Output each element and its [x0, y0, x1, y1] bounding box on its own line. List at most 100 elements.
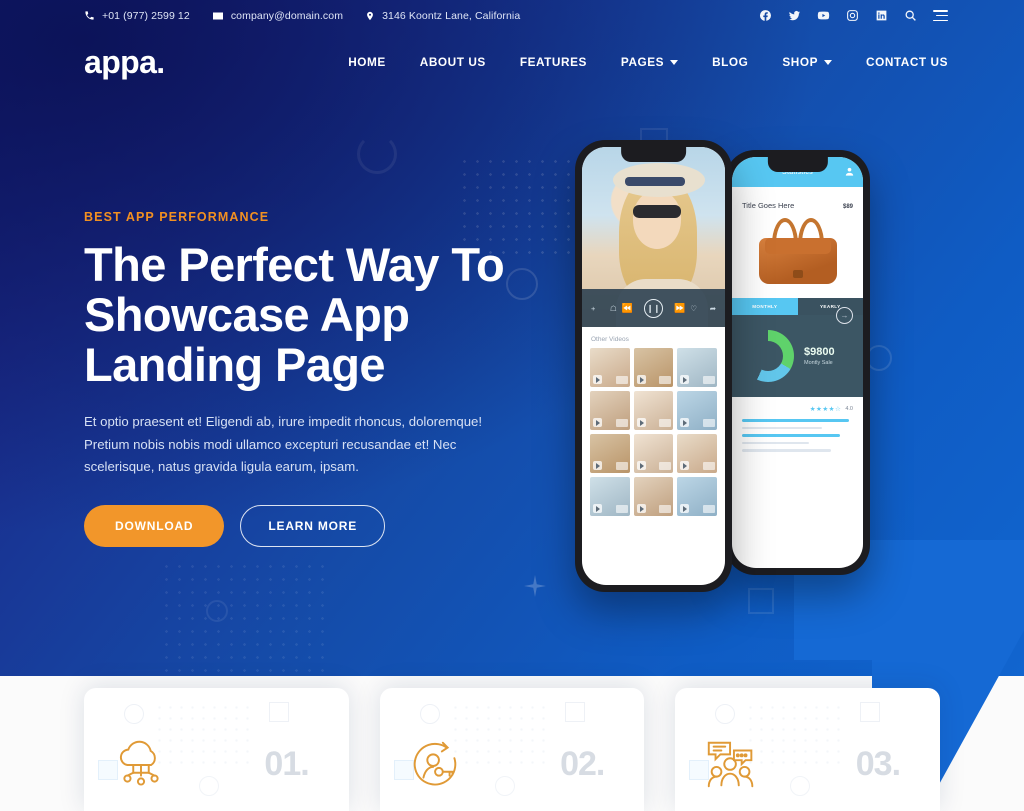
video-thumbnail[interactable]	[677, 477, 717, 516]
top-contact-bar: +01 (977) 2599 12 company@domain.com 314…	[0, 0, 1024, 31]
sales-chart-panel: $9800 Montly Sale	[732, 315, 863, 397]
duration-tag	[703, 419, 715, 427]
duration-tag	[615, 419, 628, 427]
play-icon	[593, 504, 602, 513]
feature-card-1[interactable]: 01.	[84, 688, 349, 811]
nav-item-blog[interactable]: BLOG	[712, 55, 748, 69]
video-thumbnail[interactable]	[677, 391, 717, 430]
phone-contact[interactable]: +01 (977) 2599 12	[84, 10, 190, 22]
hamburger-menu-icon[interactable]	[933, 10, 948, 21]
nav-label: BLOG	[712, 55, 749, 69]
play-icon	[636, 461, 646, 470]
phone-notch	[767, 157, 828, 172]
site-logo[interactable]: appa.	[84, 46, 165, 78]
video-thumbnail[interactable]	[633, 348, 674, 387]
card-number: 03.	[855, 745, 901, 783]
phone-icon	[85, 11, 94, 20]
rating-row: ★★★★☆ 4.0	[732, 397, 863, 413]
product-title-row: Title Goes Here $89	[742, 201, 853, 210]
card-decor-square	[860, 702, 881, 722]
duration-tag	[703, 376, 715, 384]
video-thumbnail[interactable]	[590, 391, 630, 430]
card-number: 02.	[560, 745, 605, 783]
duration-tag	[703, 462, 715, 470]
video-thumbnail[interactable]	[633, 391, 674, 430]
nav-item-shop[interactable]: SHOP	[782, 55, 833, 69]
duration-tag	[659, 419, 672, 427]
feature-cards-row: 01. 02. 03.	[0, 688, 1024, 811]
video-thumbnail[interactable]	[590, 477, 630, 516]
play-icon	[593, 461, 602, 470]
play-icon	[636, 375, 646, 384]
home-icon[interactable]: ☖	[610, 304, 617, 313]
next-product-arrow-icon[interactable]: →	[836, 307, 853, 324]
nav-item-contact-us[interactable]: CONTACT US	[866, 55, 948, 69]
phone-notch	[620, 147, 687, 162]
kpi-label: Montly Sale	[804, 360, 833, 366]
user-profile-icon[interactable]	[844, 166, 855, 177]
hero-button-group: DOWNLOAD LEARN MORE	[84, 504, 514, 547]
contact-info-group: +01 (977) 2599 12 company@domain.com 314…	[84, 10, 520, 22]
video-app-screen: + ☖ ⏪ ❙❙ ⏩ ♡ ➦ Other Videos	[582, 147, 725, 585]
other-videos-label: Other Videos	[591, 336, 629, 343]
feature-card-2[interactable]: 02.	[379, 688, 645, 811]
email-address: company@domain.com	[230, 9, 344, 22]
donut-chart	[742, 330, 794, 382]
play-icon	[636, 504, 646, 513]
product-price: $89	[842, 204, 853, 210]
duration-tag	[615, 462, 628, 470]
nav-label: CONTACT US	[866, 55, 948, 69]
duration-tag	[615, 505, 628, 513]
kpi-value: $9800	[804, 346, 835, 358]
chevron-down-icon	[670, 59, 679, 65]
nav-item-home[interactable]: HOME	[348, 55, 386, 69]
search-icon[interactable]	[904, 9, 917, 22]
nav-label: FEATURES	[519, 55, 587, 69]
video-control-bar: + ☖ ⏪ ❙❙ ⏩ ♡ ➦	[582, 289, 725, 327]
nav-item-about-us[interactable]: ABOUT US	[420, 55, 486, 69]
fast-forward-button[interactable]: ⏩	[674, 303, 685, 314]
rewind-button[interactable]: ⏪	[622, 303, 633, 314]
nav-menu: HOME ABOUT US FEATURES PAGES BLOG SHOP C…	[348, 55, 948, 69]
heart-icon[interactable]: ♡	[690, 304, 697, 313]
rating-value: 4.0	[845, 406, 853, 412]
download-button[interactable]: DOWNLOAD	[84, 504, 225, 547]
product-title: Title Goes Here	[742, 201, 795, 210]
user-access-key-icon	[413, 741, 456, 785]
hero-content: BEST APP PERFORMANCE The Perfect Way To …	[84, 210, 514, 547]
decorative-sparkle	[524, 575, 546, 597]
phone-mockup-video: + ☖ ⏪ ❙❙ ⏩ ♡ ➦ Other Videos	[575, 140, 732, 592]
add-icon[interactable]: +	[591, 304, 595, 313]
address-contact[interactable]: 3146 Koontz Lane, California	[365, 10, 520, 22]
video-thumbnail[interactable]	[677, 348, 717, 387]
star-rating-icon: ★★★★☆	[809, 406, 842, 413]
instagram-icon[interactable]	[846, 9, 859, 22]
phone-mockup-group: Statistics Title Goes Here $89 → MONTHLY…	[560, 140, 900, 595]
twitter-icon[interactable]	[788, 9, 801, 22]
placeholder-line	[742, 434, 840, 437]
main-navigation-bar: appa. HOME ABOUT US FEATURES PAGES BLOG …	[0, 31, 1024, 93]
nav-item-pages[interactable]: PAGES	[621, 55, 679, 69]
nav-item-features[interactable]: FEATURES	[520, 55, 587, 69]
team-chat-icon	[708, 741, 754, 787]
content-placeholder-lines	[732, 413, 863, 452]
tab-monthly[interactable]: MONTHLY	[732, 298, 798, 315]
duration-tag	[659, 462, 672, 470]
duration-tag	[659, 505, 672, 513]
linkedin-icon[interactable]	[875, 9, 888, 22]
facebook-icon[interactable]	[759, 9, 772, 22]
card-decor-circle	[715, 704, 736, 724]
tab-yearly[interactable]: YEARLY	[797, 298, 863, 315]
learn-more-button[interactable]: LEARN MORE	[240, 504, 386, 547]
pause-button[interactable]: ❙❙	[644, 298, 663, 318]
video-thumbnail[interactable]	[633, 434, 674, 473]
video-thumbnail[interactable]	[590, 434, 630, 473]
video-thumbnail[interactable]	[590, 348, 630, 387]
share-icon[interactable]: ➦	[710, 304, 716, 313]
feature-card-3[interactable]: 03.	[675, 688, 941, 811]
video-thumbnail[interactable]	[677, 434, 717, 473]
youtube-icon[interactable]	[817, 9, 830, 22]
card-decor-circle	[419, 704, 440, 724]
video-thumbnail[interactable]	[633, 477, 674, 516]
email-contact[interactable]: company@domain.com	[212, 10, 343, 22]
